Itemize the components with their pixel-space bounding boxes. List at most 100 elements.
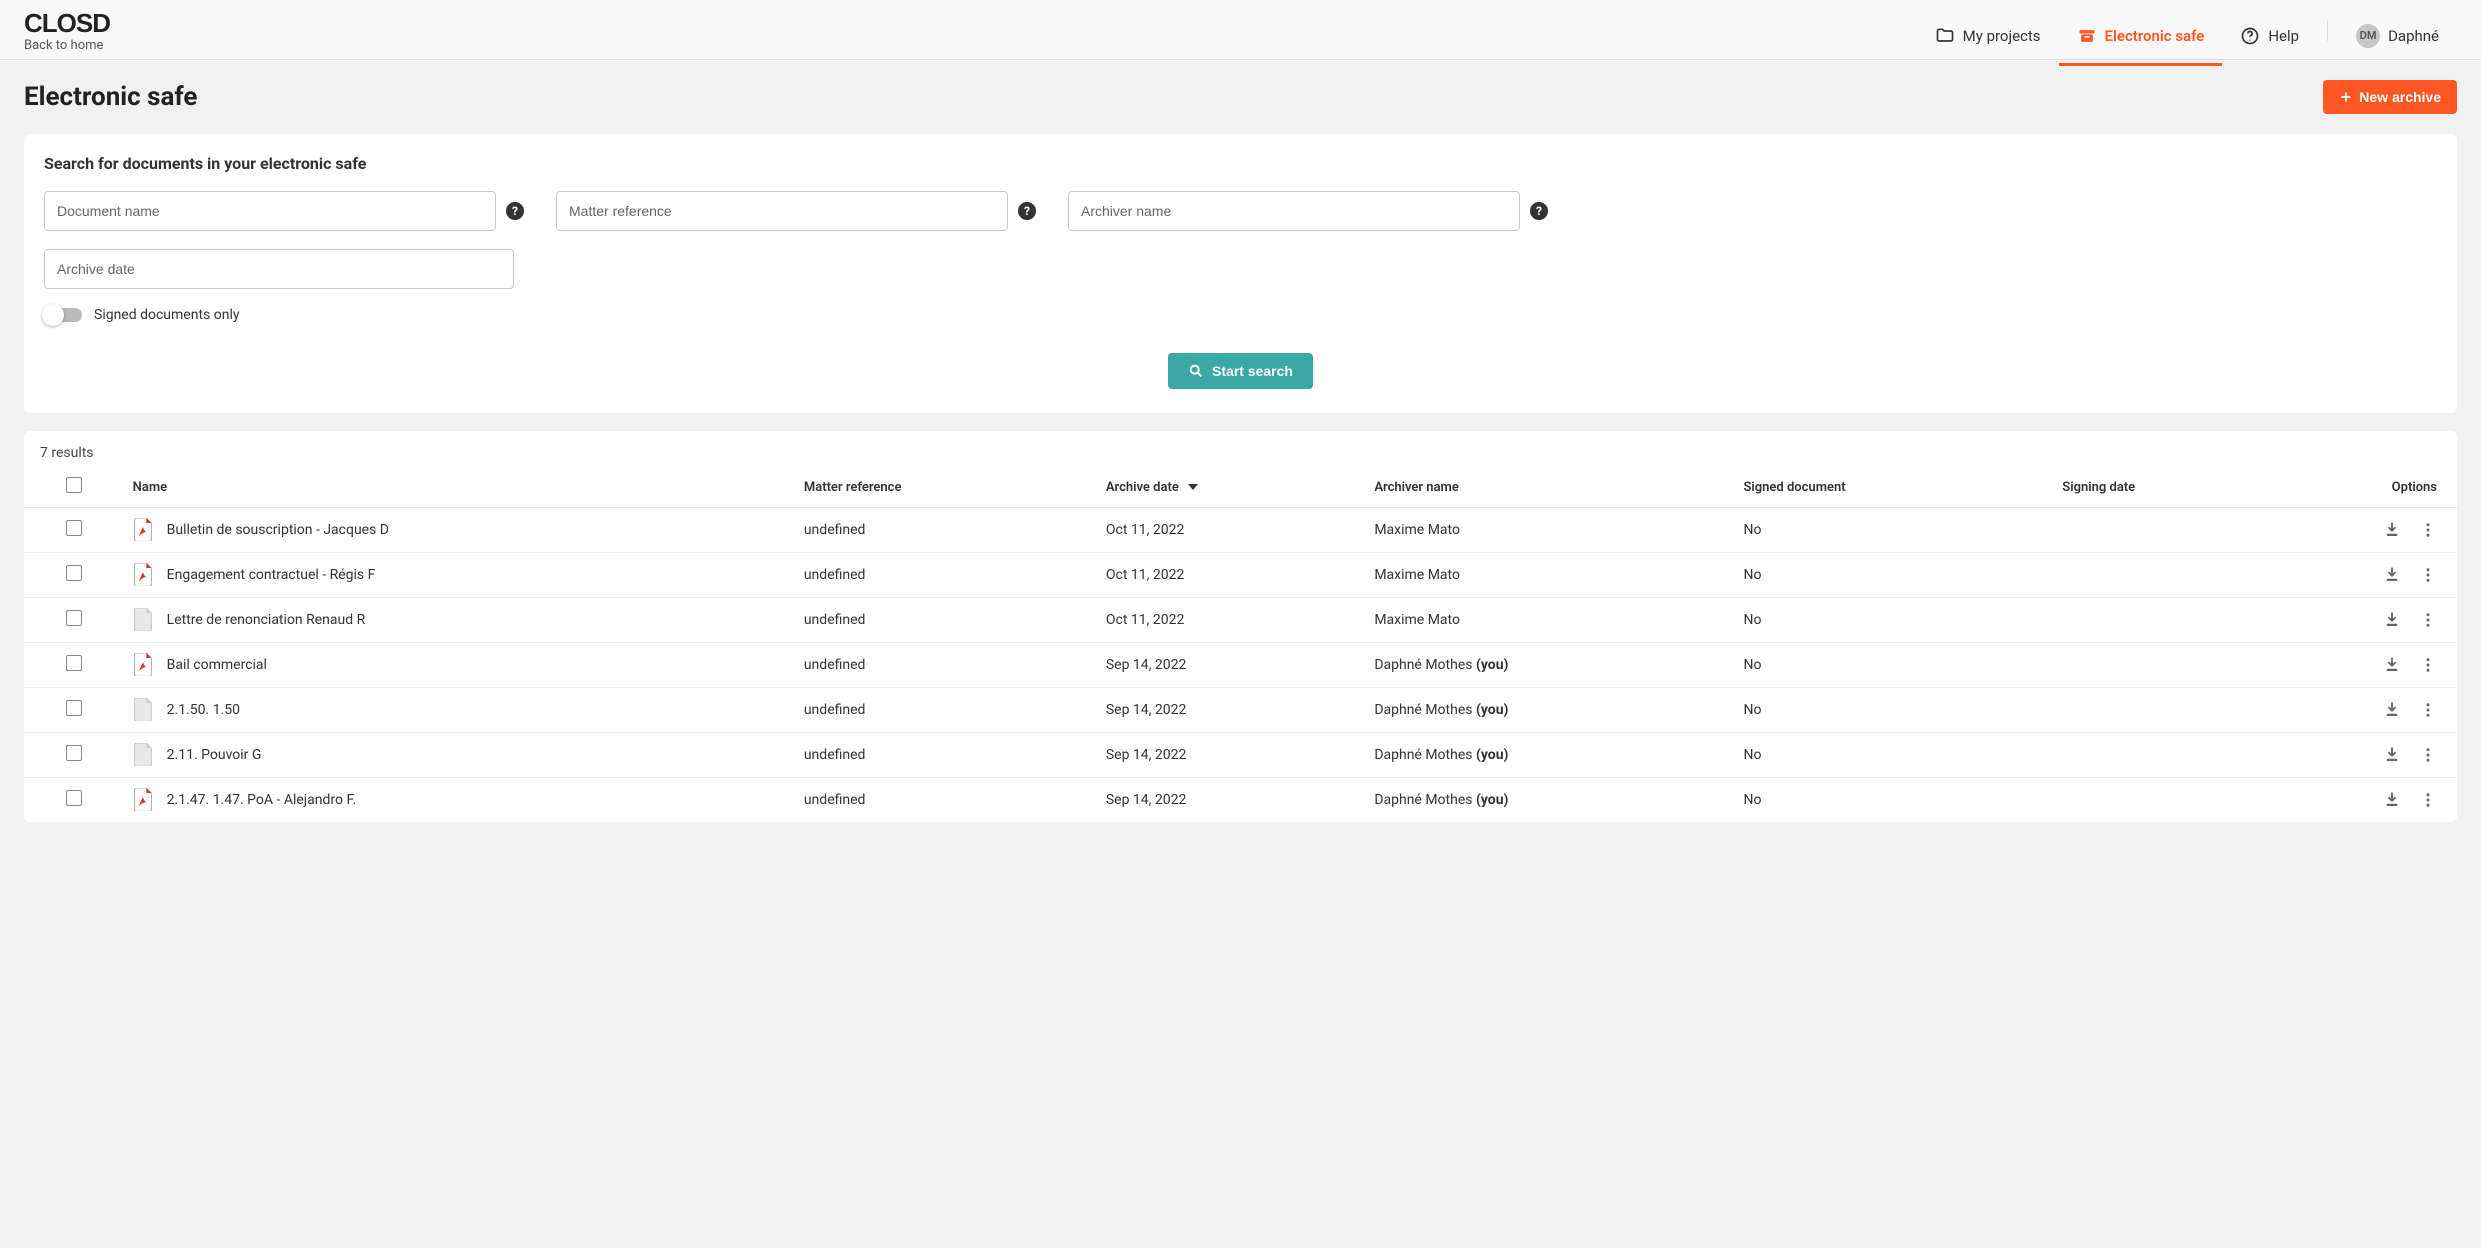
col-signed-header[interactable]: Signed document (1735, 467, 2054, 508)
document-name[interactable]: Engagement contractuel - Régis F (167, 567, 376, 583)
archive-date-field-wrap (44, 249, 514, 289)
document-name[interactable]: 2.11. Pouvoir G (167, 747, 262, 763)
archive-date-input[interactable] (44, 249, 514, 289)
signing-date-cell (2054, 643, 2306, 688)
nav-help[interactable]: Help (2222, 8, 2317, 66)
col-name-header[interactable]: Name (125, 467, 796, 508)
matter-cell: undefined (796, 508, 1098, 553)
signing-date-cell (2054, 598, 2306, 643)
signed-cell: No (1735, 688, 2054, 733)
matter-ref-help-icon[interactable]: ? (1018, 202, 1036, 220)
col-archive-date-header[interactable]: Archive date (1098, 467, 1366, 508)
row-actions (2314, 611, 2437, 629)
download-icon[interactable] (2383, 611, 2401, 629)
col-check-header (24, 467, 125, 508)
row-checkbox[interactable] (66, 655, 82, 671)
start-search-label: Start search (1212, 363, 1293, 379)
topbar-left: CLOSD Back to home (24, 8, 110, 53)
file-icon (133, 743, 153, 767)
row-checkbox[interactable] (66, 700, 82, 716)
archiver-help-icon[interactable]: ? (1530, 202, 1548, 220)
logo[interactable]: CLOSD (24, 8, 110, 39)
document-name[interactable]: Lettre de renonciation Renaud R (167, 612, 366, 628)
document-name[interactable]: 2.1.50. 1.50 (167, 702, 240, 718)
file-icon (133, 698, 153, 722)
archive-date-cell: Sep 14, 2022 (1098, 688, 1366, 733)
row-actions (2314, 746, 2437, 764)
col-signing-date-header[interactable]: Signing date (2054, 467, 2306, 508)
download-icon[interactable] (2383, 566, 2401, 584)
row-checkbox[interactable] (66, 610, 82, 626)
table-row: 2.1.50. 1.50undefinedSep 14, 2022Daphné … (24, 688, 2457, 733)
name-cell: Engagement contractuel - Régis F (133, 563, 788, 587)
table-row: Engagement contractuel - Régis F undefine… (24, 553, 2457, 598)
you-label: (you) (1476, 747, 1509, 763)
doc-name-field-wrap: ? (44, 191, 524, 231)
kebab-menu-icon[interactable] (2419, 656, 2437, 674)
new-archive-button[interactable]: New archive (2323, 80, 2457, 114)
row-checkbox[interactable] (66, 790, 82, 806)
kebab-menu-icon[interactable] (2419, 791, 2437, 809)
kebab-menu-icon[interactable] (2419, 746, 2437, 764)
archiver-cell: Daphné Mothes (you) (1366, 778, 1735, 823)
archive-date-cell: Oct 11, 2022 (1098, 508, 1366, 553)
row-checkbox[interactable] (66, 745, 82, 761)
select-all-checkbox[interactable] (66, 477, 82, 493)
kebab-menu-icon[interactable] (2419, 521, 2437, 539)
document-name[interactable]: Bail commercial (167, 657, 267, 673)
row-actions (2314, 656, 2437, 674)
col-archiver-header[interactable]: Archiver name (1366, 467, 1735, 508)
download-icon[interactable] (2383, 791, 2401, 809)
row-actions (2314, 566, 2437, 584)
matter-cell: undefined (796, 553, 1098, 598)
document-name-input[interactable] (44, 191, 496, 231)
archive-date-cell: Sep 14, 2022 (1098, 778, 1366, 823)
col-matter-header[interactable]: Matter reference (796, 467, 1098, 508)
row-actions (2314, 701, 2437, 719)
row-checkbox[interactable] (66, 565, 82, 581)
topbar: CLOSD Back to home My projects Electroni… (0, 0, 2481, 60)
download-icon[interactable] (2383, 746, 2401, 764)
results-count: 7 results (24, 445, 2457, 467)
archiver-name-input[interactable] (1068, 191, 1520, 231)
back-to-home-link[interactable]: Back to home (24, 38, 110, 53)
table-row: 2.11. Pouvoir GundefinedSep 14, 2022Daph… (24, 733, 2457, 778)
nav-electronic-safe-label: Electronic safe (2105, 27, 2205, 45)
search-row-1: ? ? ? (44, 191, 2437, 231)
download-icon[interactable] (2383, 656, 2401, 674)
signed-cell: No (1735, 733, 2054, 778)
nav-my-projects-label: My projects (1963, 27, 2041, 45)
table-row: Bail commercialundefinedSep 14, 2022Daph… (24, 643, 2457, 688)
you-label: (you) (1476, 792, 1509, 808)
nav-my-projects[interactable]: My projects (1917, 8, 2059, 66)
signed-cell: No (1735, 598, 2054, 643)
signed-only-toggle-row: Signed documents only (44, 307, 2437, 323)
download-icon[interactable] (2383, 701, 2401, 719)
signed-only-toggle[interactable] (44, 308, 82, 322)
you-label: (you) (1476, 657, 1509, 673)
name-cell: 2.1.47. 1.47. PoA - Alejandro F. (133, 788, 788, 812)
matter-reference-input[interactable] (556, 191, 1008, 231)
kebab-menu-icon[interactable] (2419, 566, 2437, 584)
table-header-row: Name Matter reference Archive date Archi… (24, 467, 2457, 508)
col-archive-date-label: Archive date (1106, 480, 1179, 495)
signed-only-label: Signed documents only (94, 307, 239, 323)
nav-user-menu[interactable]: DM Daphné (2338, 8, 2457, 66)
table-row: Bulletin de souscription - Jacques D unde… (24, 508, 2457, 553)
topbar-right: My projects Electronic safe Help DM Daph… (1917, 8, 2457, 53)
document-name[interactable]: Bulletin de souscription - Jacques D (167, 522, 389, 538)
kebab-menu-icon[interactable] (2419, 701, 2437, 719)
pdf-file-icon (133, 653, 153, 677)
user-name-label: Daphné (2388, 27, 2439, 45)
kebab-menu-icon[interactable] (2419, 611, 2437, 629)
page-header: Electronic safe New archive (0, 60, 2481, 134)
document-name[interactable]: 2.1.47. 1.47. PoA - Alejandro F. (167, 792, 357, 808)
help-circle-icon (2240, 26, 2260, 46)
nav-electronic-safe[interactable]: Electronic safe (2059, 8, 2223, 66)
archive-date-cell: Oct 11, 2022 (1098, 553, 1366, 598)
download-icon[interactable] (2383, 521, 2401, 539)
row-checkbox[interactable] (66, 520, 82, 536)
start-search-button[interactable]: Start search (1168, 353, 1313, 389)
doc-name-help-icon[interactable]: ? (506, 202, 524, 220)
search-panel-title: Search for documents in your electronic … (44, 154, 2437, 173)
